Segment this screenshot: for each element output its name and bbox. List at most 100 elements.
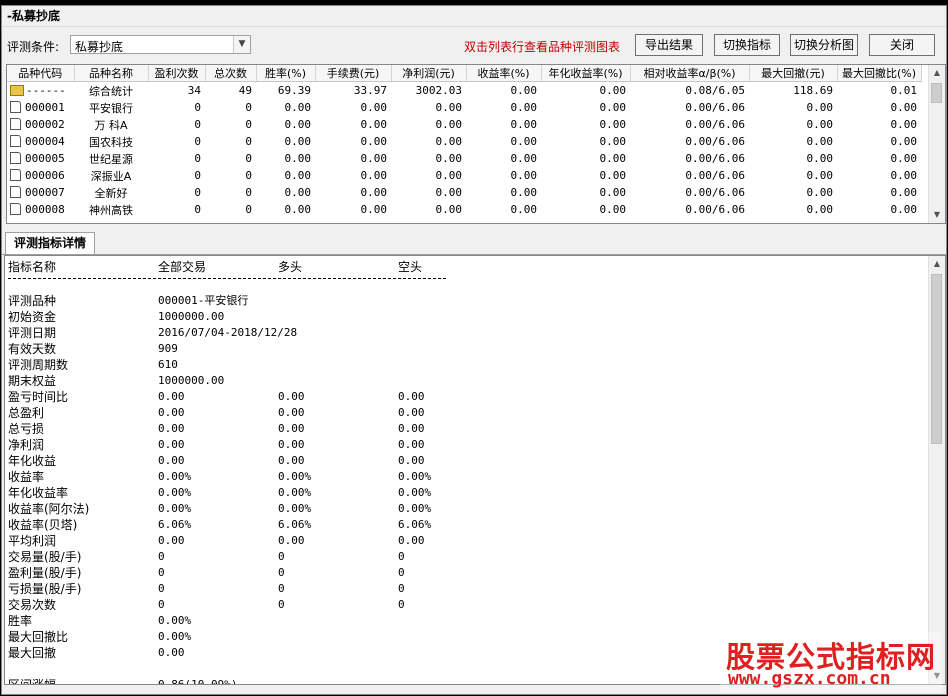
close-button[interactable]: 关闭 — [869, 34, 935, 56]
grid-column-header[interactable]: 最大回撤比(%) — [837, 65, 922, 82]
detail-value: 6.06% — [278, 518, 312, 531]
detail-value: 0.00 — [278, 454, 305, 467]
cell-value: 0 — [194, 135, 201, 148]
cell-code: 000006 — [7, 167, 74, 184]
cell-value: 0.00 — [599, 169, 627, 182]
table-row[interactable]: 000004 国农科技 0 0 0.00 0.00 0.00 0.00 0.00 0.00/6.0… — [7, 133, 921, 150]
cell-value: 0.00 — [435, 186, 463, 199]
cell-value: 0.00 — [360, 186, 388, 199]
cell-value: 0.00 — [360, 203, 388, 216]
grid-column-header[interactable]: 手续费(元) — [315, 65, 392, 82]
cell-value: 0.00 — [599, 186, 627, 199]
grid-column-header[interactable]: 胜率(%) — [256, 65, 316, 82]
grid-column-header[interactable]: 净利润(元) — [391, 65, 467, 82]
table-row[interactable]: 000008 神州高铁 0 0 0.00 0.00 0.00 0.00 0.00 0.00/6.0… — [7, 201, 921, 218]
document-icon — [10, 101, 21, 113]
scroll-down-icon[interactable]: ▼ — [929, 207, 945, 223]
scroll-up-icon[interactable]: ▲ — [929, 256, 945, 272]
results-grid: 品种代码 品种名称 盈利次数 总次数 胜率(%) 手续费(元) 净利润(元) 收益率(%) 年化… — [6, 64, 946, 224]
cell-value: 0 — [194, 203, 201, 216]
cell-value: 0.00 — [599, 101, 627, 114]
cell-value: 0.00 — [599, 203, 627, 216]
grid-scrollbar[interactable]: ▲ ▼ — [928, 65, 945, 223]
cell-value: 0 — [245, 118, 252, 131]
table-row[interactable]: 000002 万 科A 0 0 0.00 0.00 0.00 0.00 0.00 0.00/6.0… — [7, 116, 921, 133]
grid-column-header[interactable]: 年化收益率(%) — [541, 65, 631, 82]
detail-value: 0 — [158, 550, 165, 563]
detail-value: 0.00% — [398, 470, 432, 483]
detail-value: 0.00% — [398, 502, 432, 515]
chevron-down-icon[interactable]: ▼ — [233, 36, 250, 53]
grid-column-header[interactable]: 品种代码 — [7, 65, 75, 82]
grid-column-header[interactable]: 相对收益率α/β(%) — [630, 65, 750, 82]
cell-value: 0.00 — [599, 152, 627, 165]
detail-label: 年化收益率 — [8, 486, 69, 500]
document-icon — [10, 118, 21, 130]
cell-value: 0.00 — [360, 118, 388, 131]
detail-value: 0.00 — [278, 438, 305, 451]
condition-select[interactable]: 私募抄底 ▼ — [70, 35, 251, 54]
grid-column-header[interactable]: 盈利次数 — [148, 65, 206, 82]
cell-value: 0.00 — [890, 118, 918, 131]
grid-column-header[interactable]: 收益率(%) — [466, 65, 542, 82]
cell-value: 0.00 — [806, 101, 834, 114]
detail-value: 0.00 — [158, 646, 185, 659]
detail-value: 0 — [398, 566, 405, 579]
cell-code: ------ — [7, 82, 74, 100]
cell-value: 0 — [194, 169, 201, 182]
cell-code-text: 000005 — [25, 152, 65, 165]
condition-value: 私募抄底 — [75, 40, 124, 54]
cell-value: 0.00 — [510, 118, 538, 131]
cell-value: 0.00 — [284, 203, 312, 216]
detail-value: 0.00% — [158, 630, 192, 643]
grid-column-header[interactable]: 品种名称 — [74, 65, 149, 82]
cell-value: 0 — [245, 186, 252, 199]
cell-value: 0 — [245, 203, 252, 216]
switch-chart-button[interactable]: 切换分析图 — [790, 34, 858, 56]
cell-value: 34 — [187, 84, 201, 97]
cell-value: 0.00 — [510, 169, 538, 182]
detail-value: 0 — [398, 550, 405, 563]
detail-value: 6.06% — [398, 518, 432, 531]
detail-value: 0 — [278, 598, 285, 611]
detail-value: 0.00% — [158, 502, 192, 515]
cell-value: 0.00 — [806, 152, 834, 165]
cell-value: 0.00 — [360, 169, 388, 182]
cell-code-text: 000006 — [25, 169, 65, 182]
detail-value: 1000000.00 — [158, 374, 225, 387]
grid-column-header[interactable]: 总次数 — [205, 65, 257, 82]
table-row[interactable]: 000001 平安银行 0 0 0.00 0.00 0.00 0.00 0.00 0.00/6.0… — [7, 99, 921, 116]
detail-value: 0.00 — [398, 422, 425, 435]
hint-text: 双击列表行查看品种评测图表 — [464, 40, 621, 54]
table-row[interactable]: 000007 全新好 0 0 0.00 0.00 0.00 0.00 0.00 0.00/6.06… — [7, 184, 921, 201]
detail-value: 1000000.00 — [158, 310, 225, 323]
table-row[interactable]: 000005 世纪星源 0 0 0.00 0.00 0.00 0.00 0.00 0.00/6.0… — [7, 150, 921, 167]
cell-value: 0.00 — [435, 101, 463, 114]
switch-indicator-button[interactable]: 切换指标 — [714, 34, 780, 56]
table-row[interactable]: 000006 深振业A 0 0 0.00 0.00 0.00 0.00 0.00 0.00/6.0… — [7, 167, 921, 184]
cell-value: 0 — [194, 101, 201, 114]
detail-value: 0.00 — [158, 406, 185, 419]
document-icon — [10, 152, 21, 164]
summary-row[interactable]: ------ 综合统计 34 49 69.39 33.97 3002.03 0.00 0.00 0… — [7, 82, 921, 100]
site-watermark: 股票公式指标网 www.gszx.com.cn — [720, 632, 942, 692]
detail-value: 0.00 — [158, 534, 185, 547]
cell-value: 0.00 — [510, 135, 538, 148]
scroll-up-icon[interactable]: ▲ — [929, 65, 945, 81]
detail-scroll-thumb[interactable] — [931, 274, 942, 444]
toolbar: 评测条件: 私募抄底 ▼ 双击列表行查看品种评测图表 导出结果 切换指标 切换分… — [2, 33, 946, 59]
detail-scrollbar[interactable]: ▲ ▼ — [928, 256, 945, 684]
cell-value: 33.97 — [353, 84, 387, 97]
detail-header-all: 全部交易 — [158, 260, 207, 274]
cell-value: 0.00 — [435, 135, 463, 148]
cell-code-text: 000002 — [25, 118, 65, 131]
results-table: 品种代码 品种名称 盈利次数 总次数 胜率(%) 手续费(元) 净利润(元) 收益率(%) 年化… — [7, 65, 922, 218]
grid-column-header[interactable]: 最大回撤(元) — [749, 65, 838, 82]
detail-value: 0 — [278, 582, 285, 595]
cell-code-text: 000008 — [25, 203, 65, 216]
tab-evaluation-detail[interactable]: 评测指标详情 — [5, 232, 95, 254]
detail-label: 期末权益 — [8, 374, 57, 388]
grid-scroll-thumb[interactable] — [931, 83, 942, 103]
cell-value: 0.00 — [510, 186, 538, 199]
export-button[interactable]: 导出结果 — [635, 34, 703, 56]
